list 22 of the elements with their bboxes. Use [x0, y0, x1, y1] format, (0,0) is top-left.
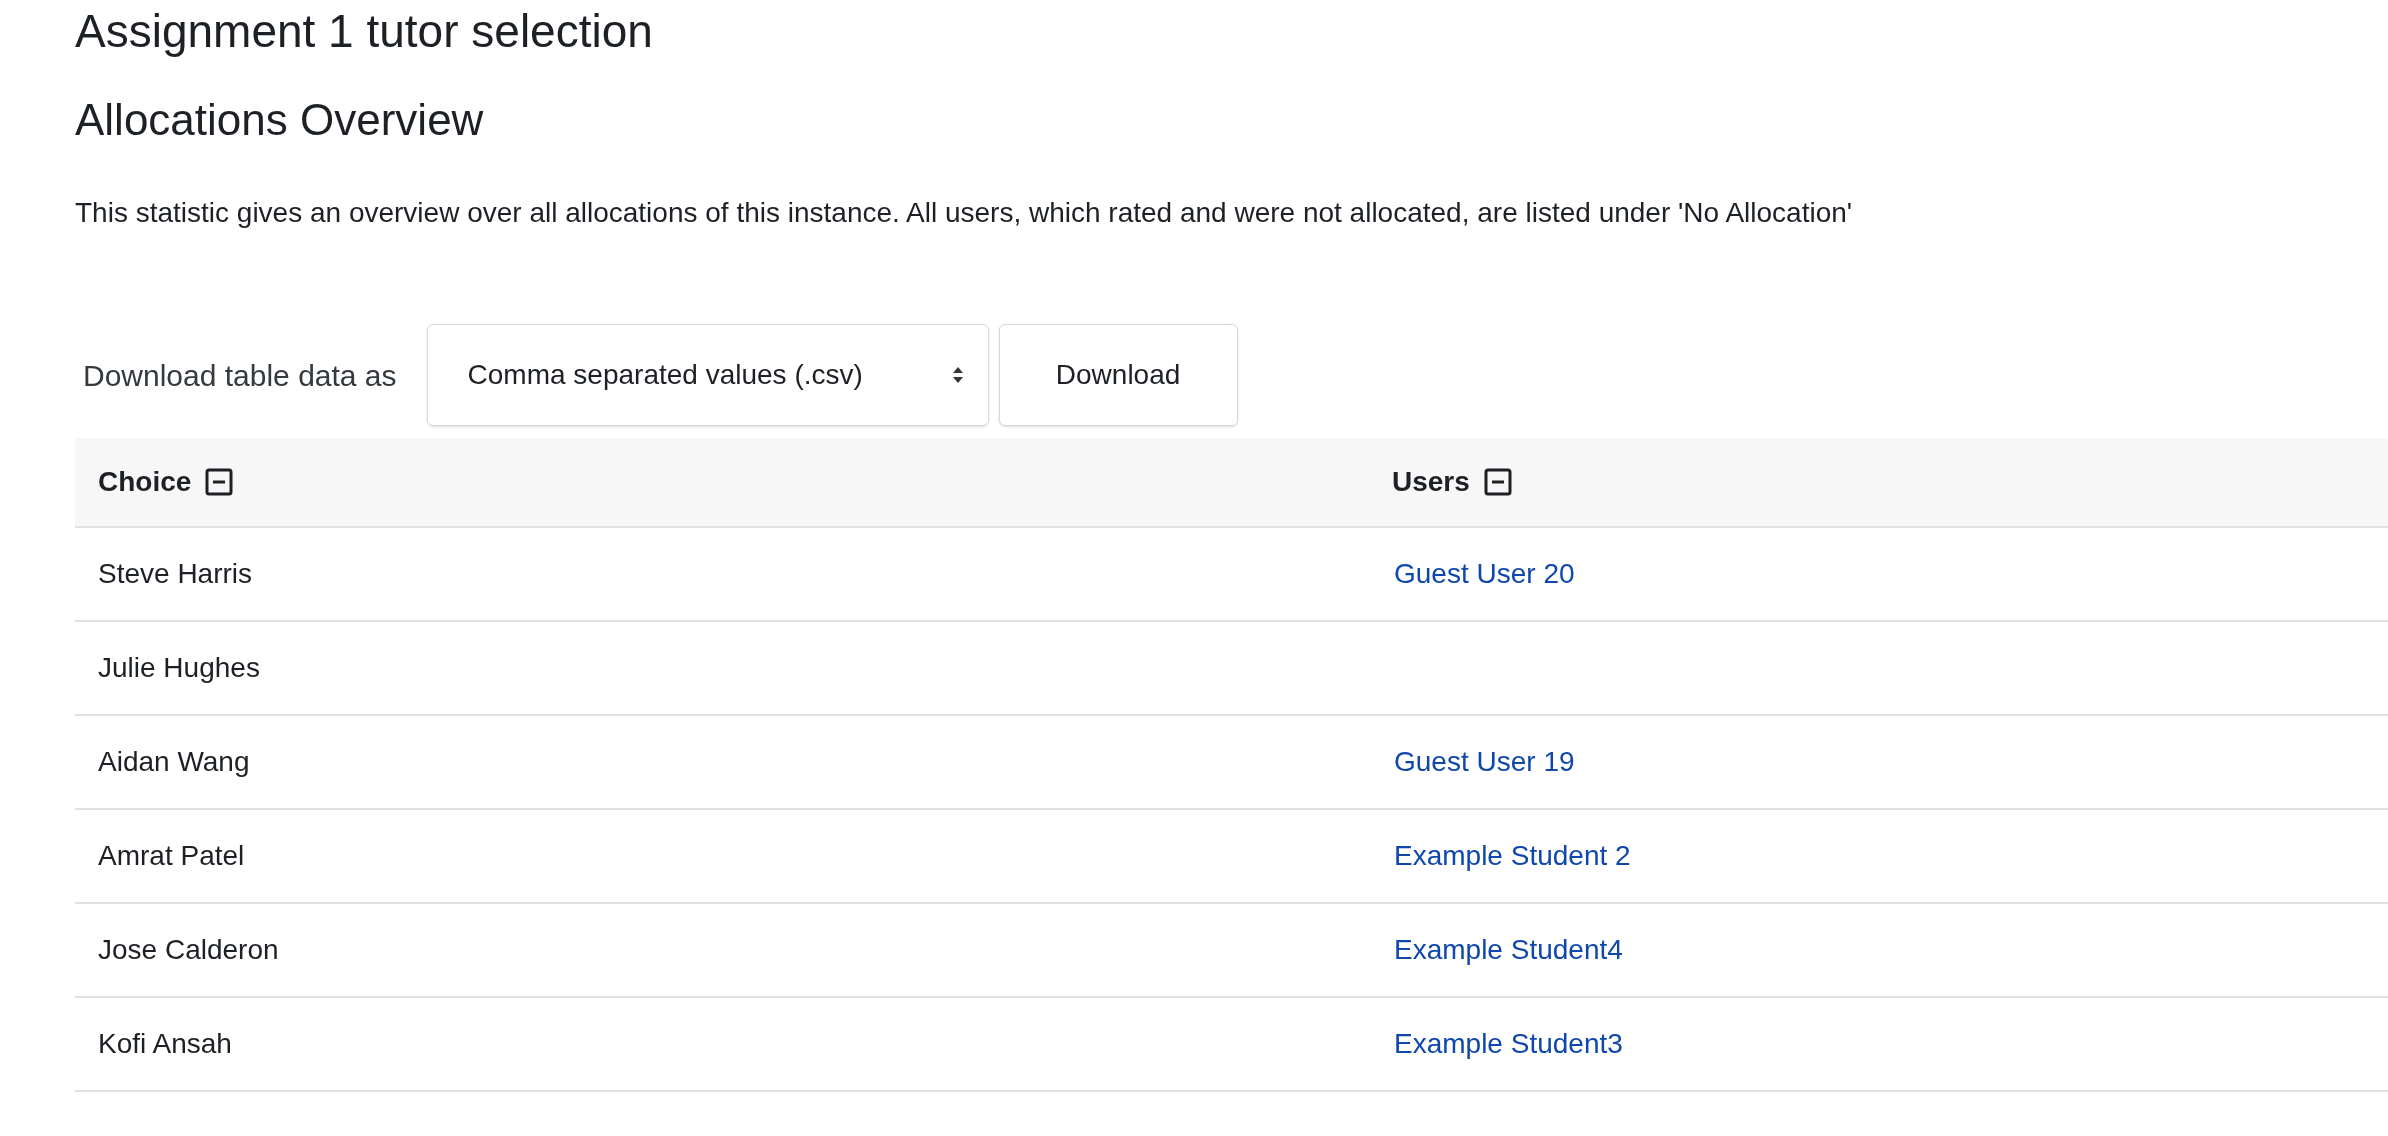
table-cell: Julie Hughes: [98, 652, 260, 683]
user-link[interactable]: Example Student4: [1394, 929, 1623, 971]
user-link[interactable]: Guest User 20: [1394, 553, 1575, 595]
table-cell: Steve Harris: [98, 558, 253, 589]
section-title: Allocations Overview: [75, 98, 485, 142]
table-cell: Amrat Patel: [98, 840, 245, 871]
collapse-icon[interactable]: [1483, 468, 1512, 496]
format-select[interactable]: Comma separated values (.csv): [426, 324, 989, 426]
user-link[interactable]: Guest User 19: [1394, 741, 1575, 783]
sort-arrows-icon: [951, 366, 964, 384]
download-button[interactable]: Download: [998, 324, 1238, 426]
description-text: This statistic gives an overview over all allocations of this instance. All users, which rated and were not allocated, are listed under 'No Allocation': [75, 196, 1854, 230]
download-label: Download table data as: [82, 357, 398, 394]
column-header: Choice: [98, 465, 192, 499]
column-header: Users: [1392, 465, 1470, 499]
page-title: Assignment 1 tutor selection: [75, 4, 654, 59]
user-link[interactable]: Example Student3: [1394, 1023, 1623, 1065]
table-cell: Kofi Ansah: [98, 1028, 232, 1059]
user-link[interactable]: Example Student 2: [1394, 835, 1631, 877]
table-cell: Jose Calderon: [98, 934, 279, 965]
collapse-icon[interactable]: [205, 468, 234, 496]
table-cell: Aidan Wang: [98, 746, 250, 777]
